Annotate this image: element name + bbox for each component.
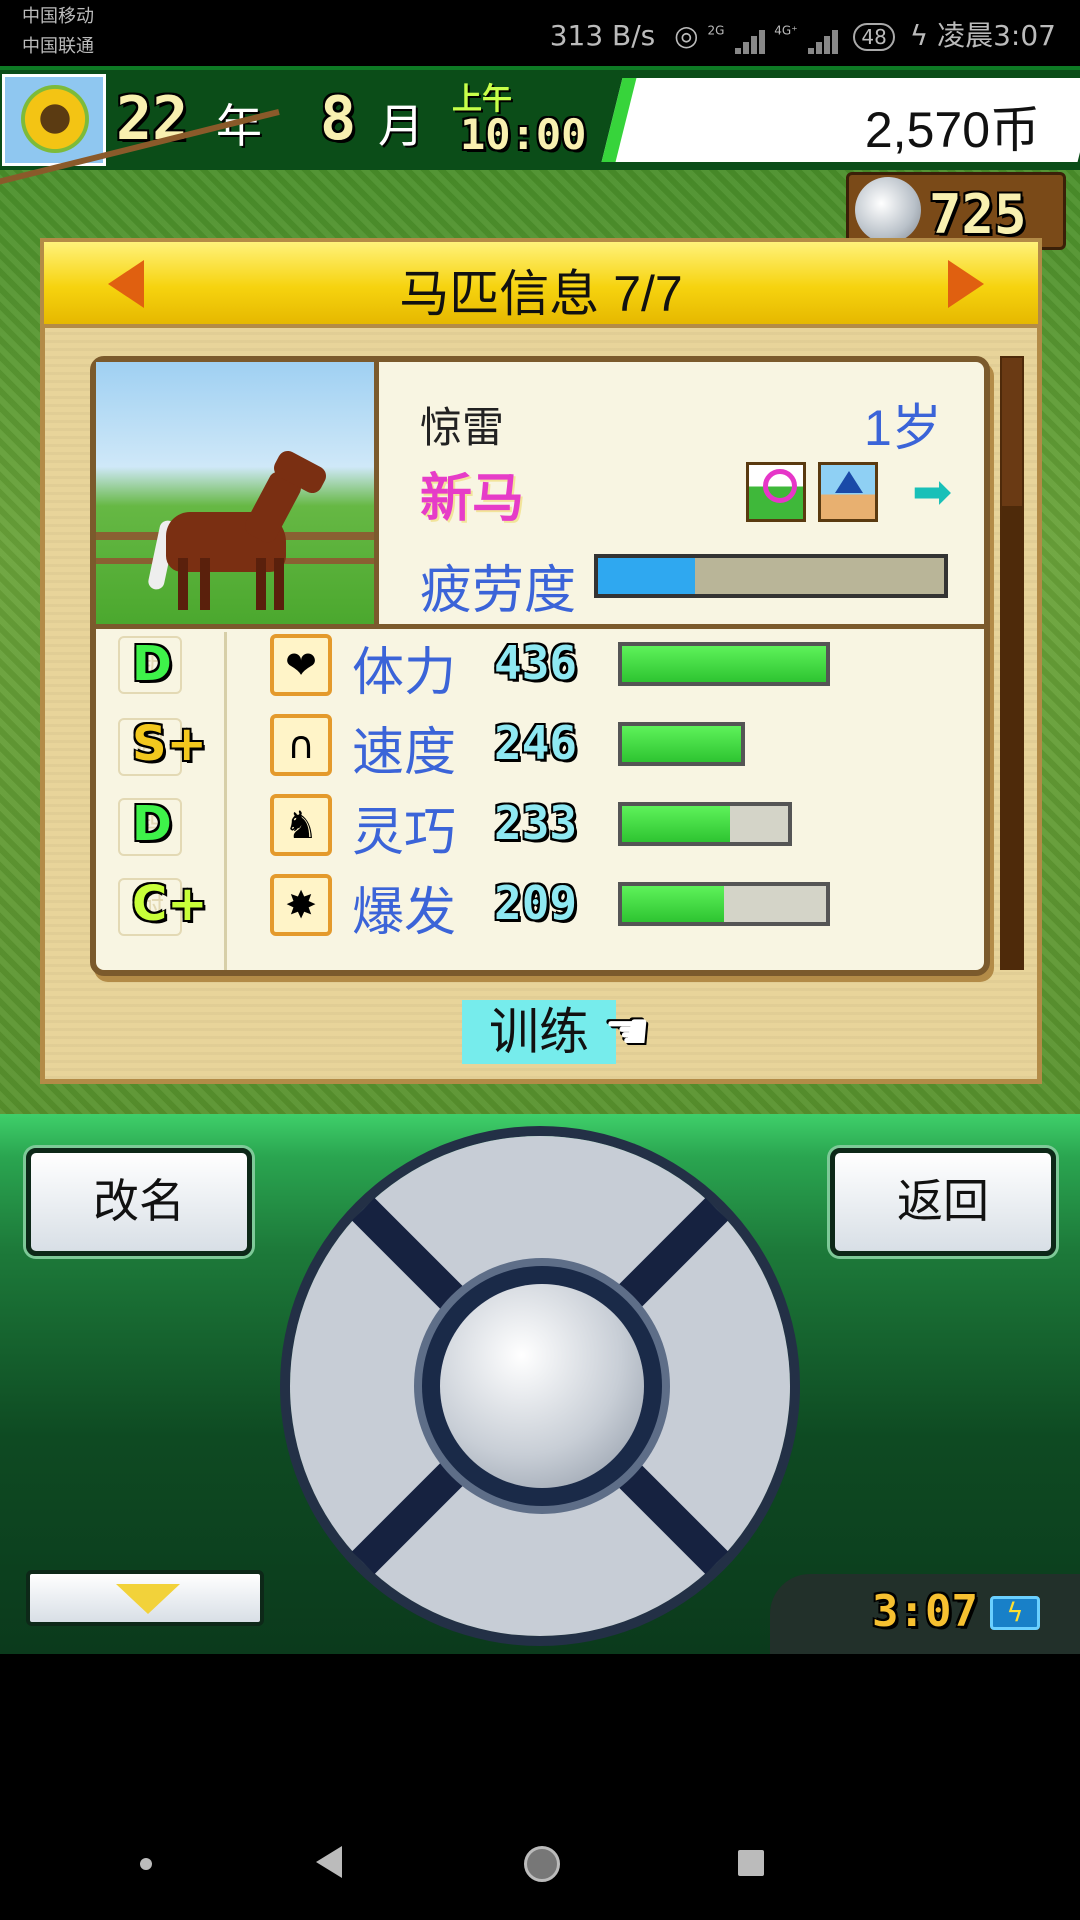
rename-button[interactable]: 改名 <box>26 1148 252 1256</box>
carrier-1: 中国移动 <box>22 6 94 27</box>
horse-status-tag: 新马 <box>420 469 525 529</box>
charging-icon: ϟ <box>909 19 929 52</box>
network-type-2: 4G⁺ <box>774 23 798 38</box>
stat-value: 246 <box>494 716 578 770</box>
status-time: 凌晨3:07 <box>937 19 1056 52</box>
game-time: 10:00 <box>460 110 587 159</box>
panel-title-bar: 马匹信息 7/7 <box>44 242 1038 328</box>
stat-bar <box>618 882 830 926</box>
stat-label: 爆发 <box>352 883 457 943</box>
stat-value: 209 <box>494 876 578 930</box>
horse-leg <box>178 558 188 610</box>
fatigue-fill <box>598 558 695 594</box>
stat-grade: S+ <box>132 716 207 772</box>
month-unit: 月 <box>378 99 424 153</box>
pointing-hand-icon: ☚ <box>604 1002 651 1062</box>
stat-value: 436 <box>494 636 578 690</box>
nav-recent-icon[interactable] <box>738 1850 764 1876</box>
nav-dot-icon[interactable] <box>140 1858 152 1870</box>
stat-bar-fill <box>622 726 741 762</box>
horse-leg <box>200 558 210 610</box>
trait-ring-icon <box>746 462 806 522</box>
stat-label: 灵巧 <box>352 803 457 863</box>
signal-icon-2 <box>806 19 839 54</box>
stat-grade: D <box>132 636 172 692</box>
horseshoe-count: 725 <box>929 183 1027 246</box>
chevron-down-icon <box>116 1584 180 1614</box>
stat-bar-fill <box>622 806 730 842</box>
horse-medal-icon <box>855 177 921 243</box>
stat-value: 233 <box>494 796 578 850</box>
fatigue-label: 疲劳度 <box>420 561 577 621</box>
coins-value: 2,570币 <box>864 102 1040 158</box>
scrollbar-thumb[interactable] <box>1002 358 1022 506</box>
arrow-right-icon[interactable]: ➡ <box>912 468 952 516</box>
carrier-2: 中国联通 <box>22 36 94 57</box>
battery-indicator: 48 <box>853 23 895 51</box>
net-speed: 313 B/s <box>549 19 656 52</box>
next-arrow-icon[interactable] <box>948 260 984 308</box>
stat-bar-fill <box>622 886 724 922</box>
sunflower-graphic <box>21 85 89 153</box>
trait-triangle-icon <box>818 462 878 522</box>
horseshoe-icon: ∩ <box>270 714 332 776</box>
stat-divider <box>224 632 227 970</box>
horse-name: 惊雷 <box>420 403 505 452</box>
network-type-1: 2G <box>707 23 725 38</box>
month-value: 8 <box>320 84 357 154</box>
status-right: 313 B/s ◎ 2G 4G⁺ 48 ϟ 凌晨3:07 <box>550 14 1056 54</box>
stat-label: 速度 <box>352 723 457 783</box>
heart-icon: ❤ <box>270 634 332 696</box>
horse-portrait <box>96 362 379 624</box>
battery-charging-icon: ϟ <box>990 1596 1040 1630</box>
horse-leg <box>274 558 284 610</box>
dpad-center-button[interactable] <box>440 1284 644 1488</box>
scroll-down-button[interactable] <box>26 1570 264 1626</box>
sunflower-icon <box>2 74 106 166</box>
clock-display: 3:07 <box>872 1586 978 1637</box>
status-bar: 中国移动 中国联通 313 B/s ◎ 2G 4G⁺ 48 ϟ 凌晨3:07 <box>0 0 1080 66</box>
stat-grade: C+ <box>132 876 208 932</box>
burst-icon: ✸ <box>270 874 332 936</box>
fatigue-bar <box>594 554 948 598</box>
signal-icon <box>733 19 766 54</box>
nav-home-icon[interactable] <box>524 1846 560 1882</box>
hotspot-icon: ◎ <box>674 19 699 52</box>
stat-grade: D <box>132 796 172 852</box>
nav-back-icon[interactable] <box>316 1846 342 1878</box>
stat-bar <box>618 642 830 686</box>
panel-title: 马匹信息 7/7 <box>399 266 683 322</box>
horse-age: 1岁 <box>864 400 942 456</box>
stat-bar <box>618 802 792 846</box>
horse-leg <box>256 558 266 610</box>
horse-icon: ♞ <box>270 794 332 856</box>
card-divider <box>96 624 986 629</box>
stat-bar-fill <box>622 646 826 682</box>
stat-label: 体力 <box>352 643 457 703</box>
train-button[interactable]: 训练 <box>462 1000 616 1064</box>
back-button[interactable]: 返回 <box>830 1148 1056 1256</box>
stat-bar <box>618 722 745 766</box>
